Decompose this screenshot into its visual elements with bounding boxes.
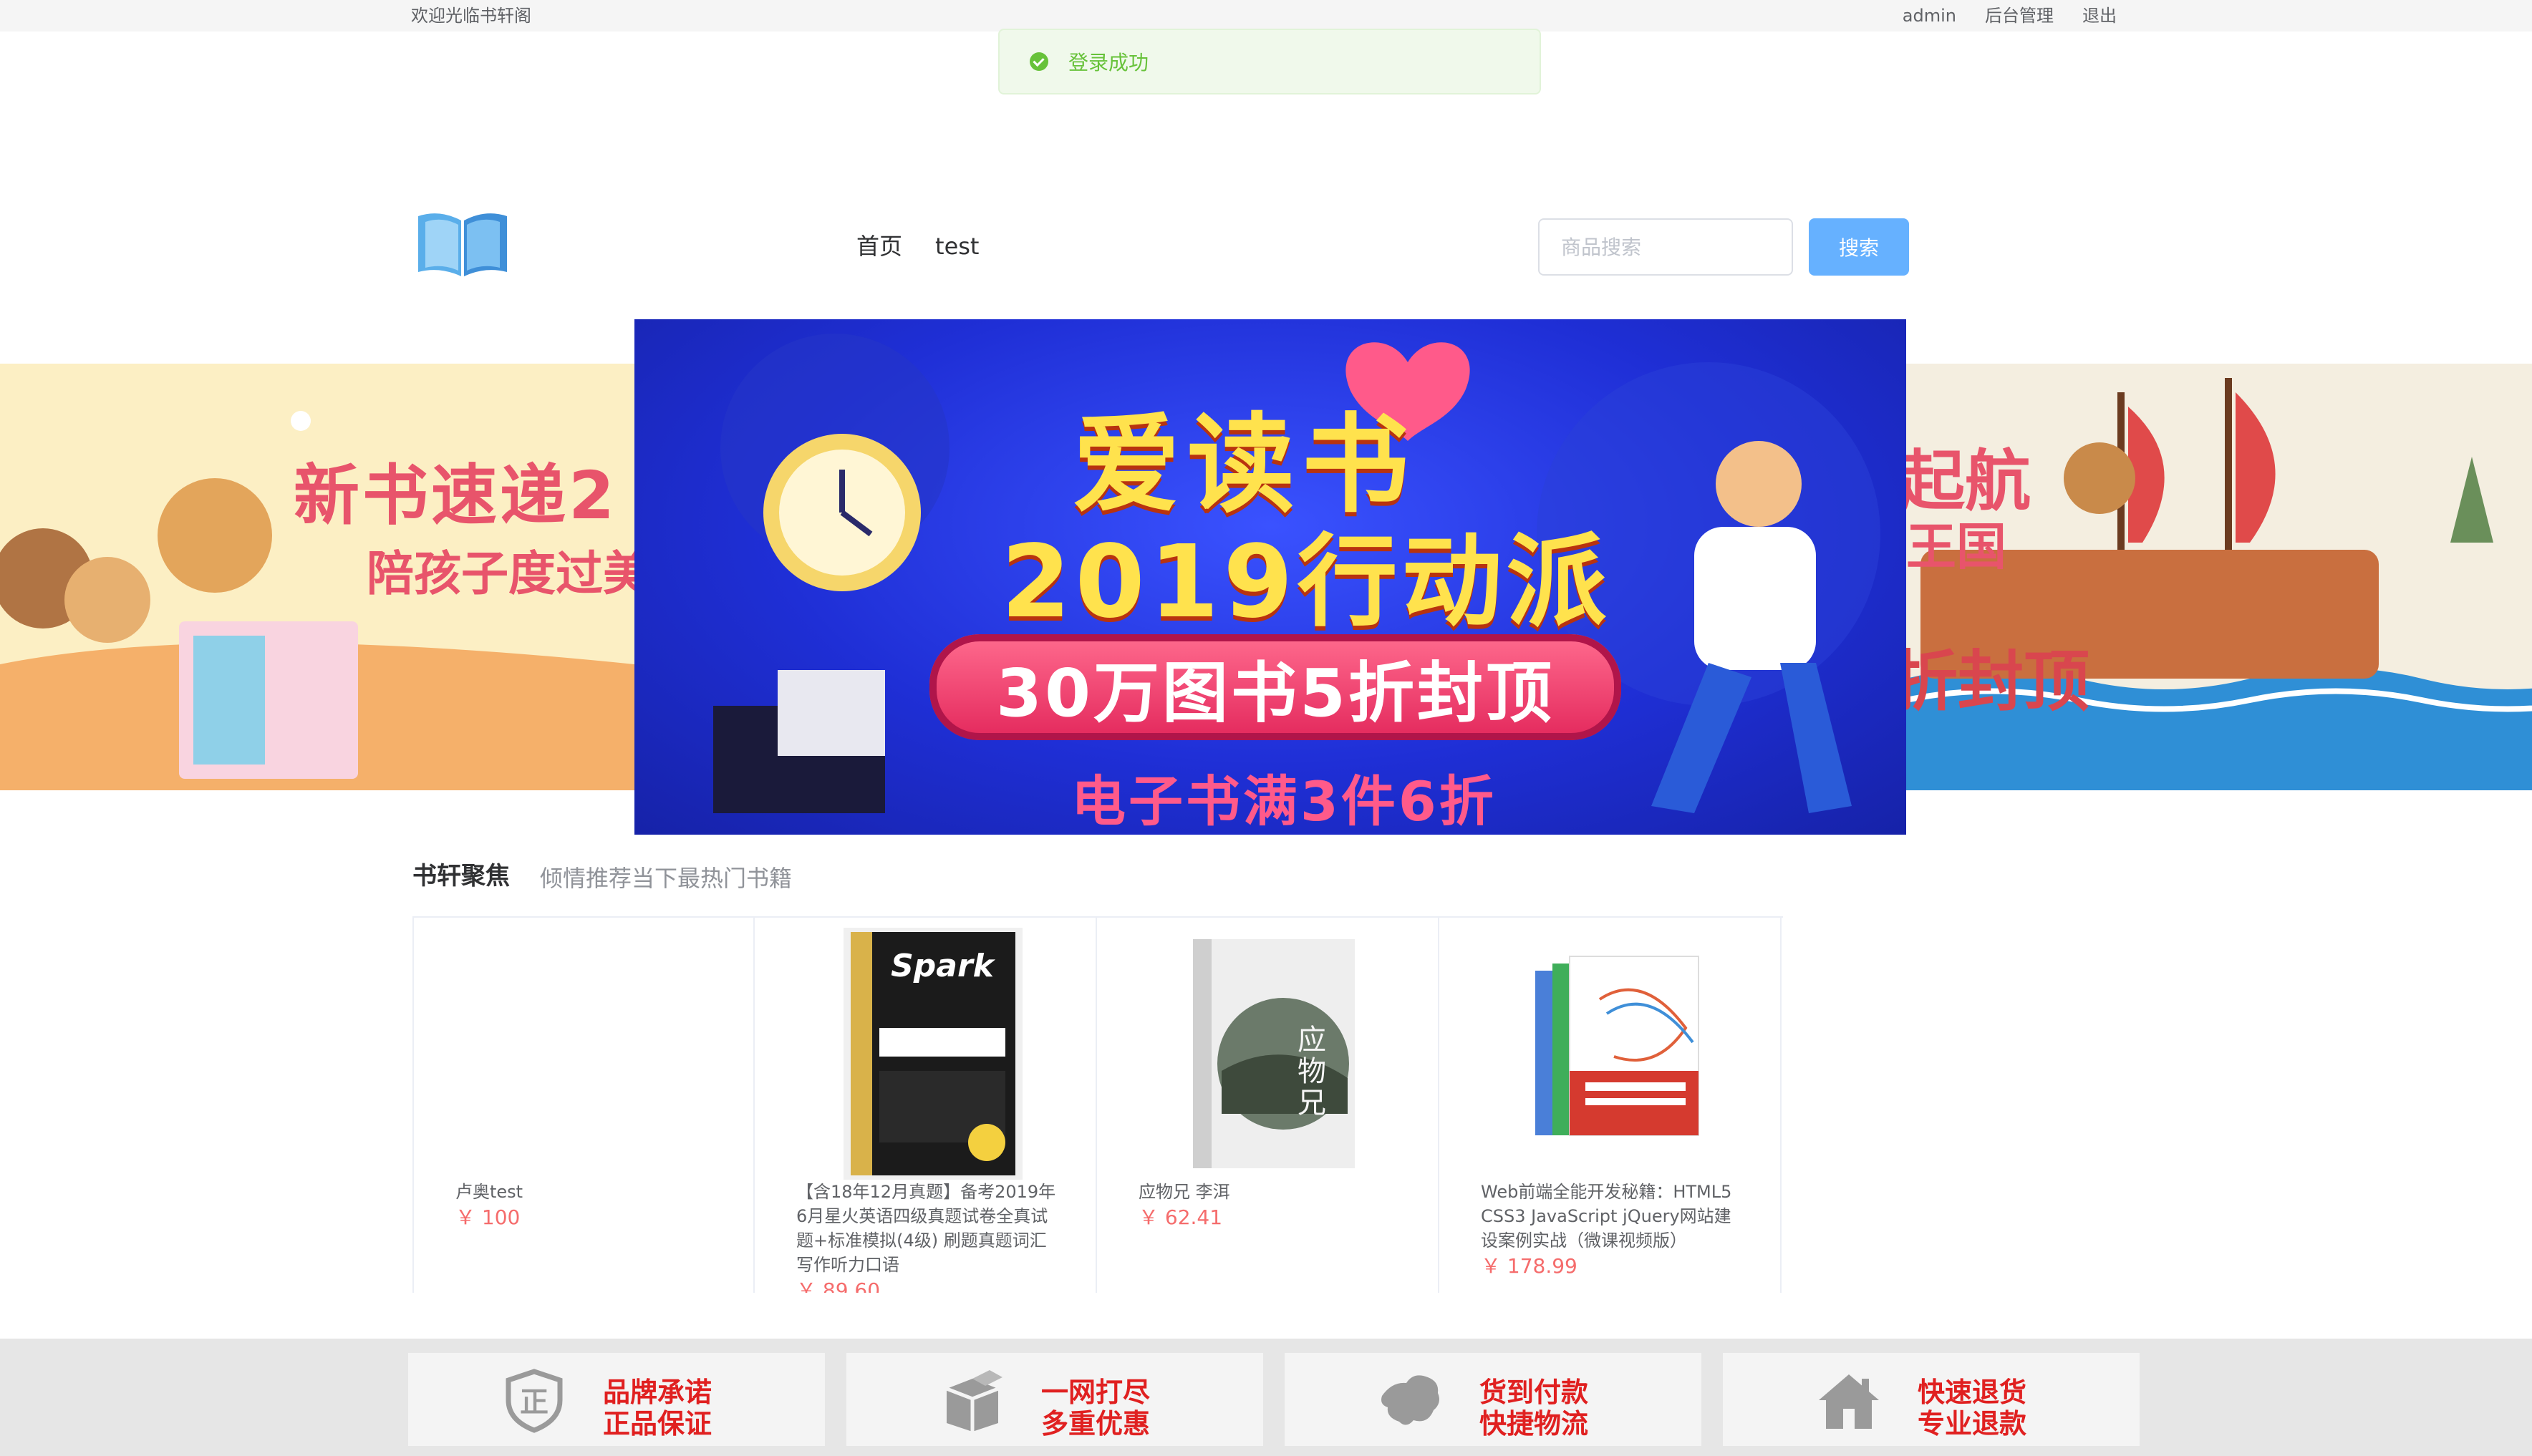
svg-text:正: 正 — [520, 1386, 549, 1419]
product-name[interactable]: Web前端全能开发秘籍：HTML5 CSS3 JavaScript jQuery… — [1481, 1180, 1746, 1253]
product-card[interactable]: 应 物 兄 应物兄 李洱 ￥ 62.41 — [1097, 918, 1439, 1293]
top-links: admin 后台管理 退出 — [1903, 3, 2117, 29]
product-price: ￥ 89.60 — [796, 1278, 881, 1293]
service-subtitle: 多重优惠 — [1041, 1408, 1151, 1440]
service-item-brand: 正 品牌承诺 正品保证 — [408, 1353, 825, 1446]
right-banner-subtitle: 王国 — [1906, 518, 2006, 576]
carousel-slide-prev[interactable]: 新书速递2 陪孩子度过美 — [0, 364, 634, 790]
top-bar: 欢迎光临书轩阁 admin 后台管理 退出 — [0, 0, 2532, 31]
product-card[interactable]: 卢奥test ￥ 100 — [412, 918, 755, 1293]
left-banner-title: 新书速递2 — [294, 457, 618, 534]
product-price: ￥ 178.99 — [1481, 1254, 1577, 1278]
carousel-slide-next[interactable]: 起航 王国 折封顶 — [1906, 364, 2532, 790]
logout-link[interactable]: 退出 — [2082, 3, 2117, 29]
admin-panel-link[interactable]: 后台管理 — [1985, 3, 2054, 29]
product-cover-image[interactable] — [1514, 928, 1707, 1180]
left-banner-subtitle: 陪孩子度过美 — [367, 546, 634, 601]
product-grid: 卢奥test ￥ 100 Spark 【含18年12月真题】备考2019年6月星… — [412, 916, 1783, 1293]
search-input[interactable] — [1538, 218, 1793, 276]
product-price: ￥ 62.41 — [1139, 1205, 1223, 1229]
service-footer: 正 品牌承诺 正品保证 一网打尽 多重优惠 货到付款 快捷物流 快速退货 专业退… — [0, 1339, 2532, 1456]
shield-icon: 正 — [506, 1369, 563, 1433]
toast-message: 登录成功 — [1068, 51, 1149, 74]
nav-home[interactable]: 首页 — [856, 229, 902, 263]
section-title: 书轩聚焦 — [412, 862, 510, 890]
svg-text:应: 应 — [1298, 1024, 1326, 1057]
service-subtitle: 专业退款 — [1918, 1408, 2027, 1440]
main-banner-ebook-text: 电子书满3件6折 — [1071, 770, 1497, 833]
service-subtitle: 快捷物流 — [1479, 1408, 1589, 1440]
right-banner-promo: 折封顶 — [1906, 644, 2090, 720]
login-success-toast: 登录成功 — [998, 29, 1541, 94]
success-check-icon — [1030, 52, 1048, 71]
service-item-refund: 快速退货 专业退款 — [1723, 1353, 2140, 1446]
username-link[interactable]: admin — [1903, 3, 1956, 29]
house-icon — [1819, 1374, 1879, 1429]
product-card[interactable]: Spark 【含18年12月真题】备考2019年6月星火英语四级真题试卷全真试题… — [755, 918, 1097, 1293]
main-banner-promo-text: 30万图书5折封顶 — [995, 654, 1555, 732]
svg-text:物: 物 — [1298, 1055, 1326, 1088]
product-name[interactable]: 应物兄 李洱 — [1139, 1180, 1403, 1204]
carousel-slide-active[interactable]: 爱读书 2019行动派 30万图书5折封顶 电子书满3件6折 — [634, 319, 1906, 835]
product-price: ￥ 100 — [455, 1205, 521, 1229]
service-item-deals: 一网打尽 多重优惠 — [846, 1353, 1263, 1446]
product-cover-image[interactable]: 应 物 兄 — [1171, 928, 1365, 1180]
service-subtitle: 正品保证 — [603, 1408, 712, 1440]
main-nav: 首页 test — [856, 229, 979, 263]
main-banner-year-title: 2019行动派 — [1001, 524, 1611, 641]
product-cover-image[interactable]: Spark — [829, 928, 1023, 1180]
product-card[interactable]: Web前端全能开发秘籍：HTML5 CSS3 JavaScript jQuery… — [1439, 918, 1782, 1293]
svg-text:兄: 兄 — [1298, 1087, 1326, 1120]
product-name[interactable]: 【含18年12月真题】备考2019年6月星火英语四级真题试卷全真试题+标准模拟(… — [796, 1180, 1061, 1277]
svg-text:Spark: Spark — [891, 948, 996, 984]
service-item-delivery: 货到付款 快捷物流 — [1285, 1353, 1701, 1446]
welcome-text: 欢迎光临书轩阁 — [411, 6, 531, 26]
search-button[interactable]: 搜索 — [1809, 218, 1909, 276]
product-name[interactable]: 卢奥test — [455, 1180, 720, 1204]
section-subtitle: 倾情推荐当下最热门书籍 — [540, 865, 793, 892]
main-banner-promo-pill: 30万图书5折封顶 — [929, 634, 1621, 740]
china-map-icon — [1381, 1375, 1439, 1425]
package-box-icon — [946, 1370, 1002, 1432]
open-book-icon[interactable] — [415, 206, 510, 279]
nav-test[interactable]: test — [935, 229, 979, 263]
